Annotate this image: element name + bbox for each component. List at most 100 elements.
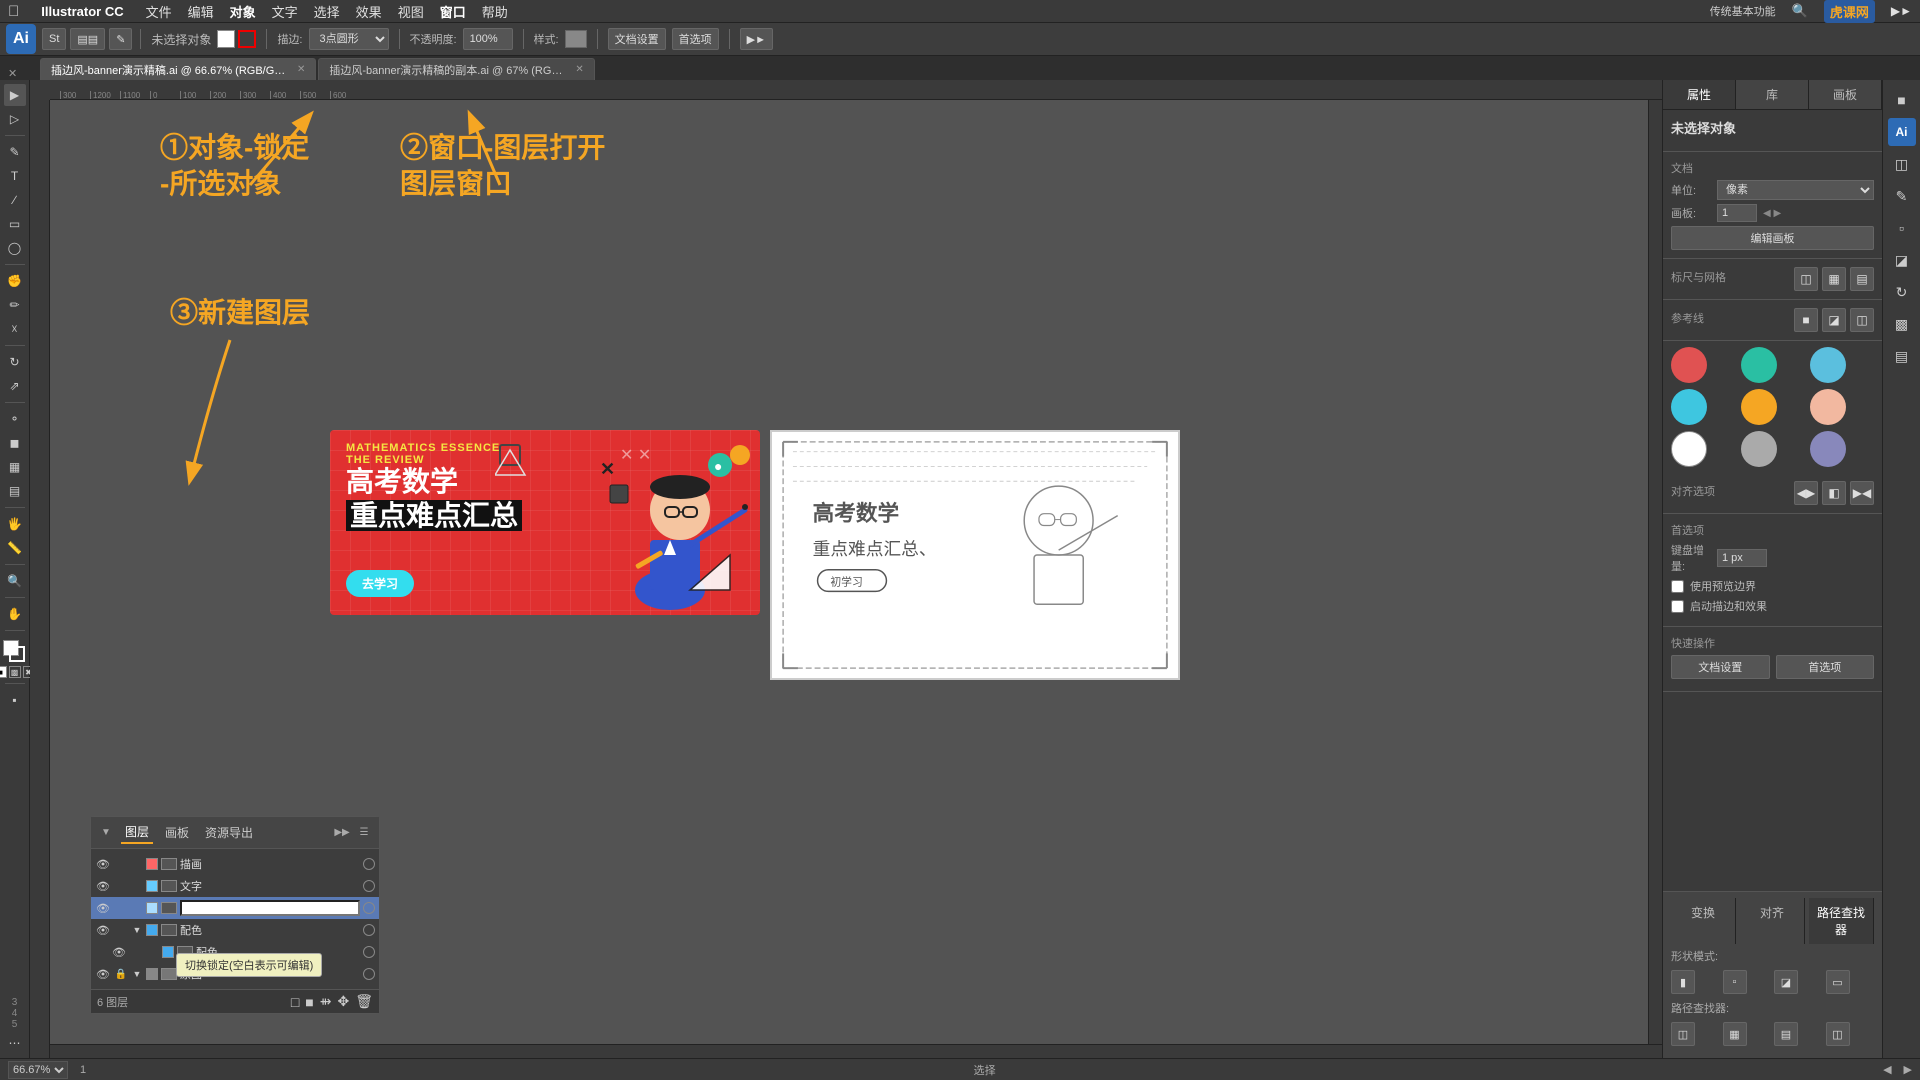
menu-item-edit[interactable]: 编辑	[188, 2, 214, 21]
shape-mode-3[interactable]: ◪	[1774, 970, 1798, 994]
layer-eye-color1[interactable]: 👁	[95, 922, 111, 938]
tool-ellipse[interactable]: ◯	[4, 237, 26, 259]
layer-vis-color2[interactable]	[363, 946, 375, 958]
new-sublayer-btn[interactable]: ■	[305, 994, 313, 1010]
rp-tab-artboard[interactable]: 画板	[1809, 80, 1882, 109]
delete-layer-btn[interactable]: 🗑	[355, 993, 373, 1010]
gradient-mode[interactable]: ▩	[9, 666, 21, 678]
toolbar-btn-doc-mode[interactable]: ▤▤	[70, 28, 105, 50]
layer-expand-editing[interactable]	[131, 902, 143, 914]
rp-align-icon-2[interactable]: ◧	[1822, 481, 1846, 505]
canvas-content[interactable]: ①对象-锁定 -所选对象 ②窗口-图层打开图层窗口 ③新建图层	[50, 100, 1662, 1036]
layer-lock-original[interactable]: 🔒	[114, 967, 128, 981]
rp-edit-artboard-btn[interactable]: 编辑画板	[1671, 226, 1874, 250]
right-icon-transform[interactable]: ↻	[1888, 278, 1916, 306]
style-swatch[interactable]	[565, 30, 587, 48]
right-icon-appearance[interactable]: ▤	[1888, 342, 1916, 370]
swatch-red[interactable]	[1671, 347, 1707, 383]
right-icon-align[interactable]: ◪	[1888, 246, 1916, 274]
menu-item-effects[interactable]: 效果	[356, 2, 382, 21]
preferences-btn[interactable]: 首选项	[672, 28, 719, 50]
copy-layer-btn[interactable]: ✥	[337, 993, 349, 1010]
layer-eye-text[interactable]: 👁	[95, 878, 111, 894]
menu-item-window[interactable]: 窗口	[440, 2, 466, 21]
canvas-area[interactable]: 300 1200 1100 0 100 200 300 400 500 600 …	[30, 80, 1662, 1058]
rp-transform-tab[interactable]: 变换	[1671, 898, 1736, 944]
snap-bounds-checkbox[interactable]	[1671, 580, 1684, 593]
apple-icon[interactable]: 	[8, 3, 19, 20]
panel-toggle-right[interactable]: ▶►	[1891, 4, 1912, 18]
layers-tab-layers[interactable]: 图层	[121, 821, 153, 844]
layer-row-text[interactable]: 👁 文字	[91, 875, 379, 897]
tab-2-close[interactable]: ✕	[575, 64, 583, 75]
swatch-gray[interactable]	[1741, 431, 1777, 467]
banner-learn-btn[interactable]: 去学习	[346, 570, 414, 597]
tool-select[interactable]: ▶	[4, 84, 26, 106]
rp-preferences-btn[interactable]: 首选项	[1776, 655, 1875, 679]
stroke-swatch[interactable]	[238, 30, 256, 48]
layer-expand-draw[interactable]	[131, 858, 143, 870]
snap-corners-checkbox[interactable]	[1671, 600, 1684, 613]
menu-item-help[interactable]: 帮助	[482, 2, 508, 21]
solid-mode[interactable]: ■	[0, 666, 7, 678]
rp-guide-icon-2[interactable]: ◪	[1822, 308, 1846, 332]
rp-align-icon-1[interactable]: ◀▶	[1794, 481, 1818, 505]
right-icon-properties[interactable]: ■	[1888, 86, 1916, 114]
menu-item-text[interactable]: 文字	[272, 2, 298, 21]
layer-lock-editing[interactable]	[114, 901, 128, 915]
layer-lock-color2[interactable]	[130, 945, 144, 959]
tab-1-close[interactable]: ✕	[297, 64, 305, 75]
shape-mode-4[interactable]: ▭	[1826, 970, 1850, 994]
layer-eye-draw[interactable]: 👁	[95, 856, 111, 872]
layer-row-editing[interactable]: 👁	[91, 897, 379, 919]
doc-settings-btn[interactable]: 文档设置	[608, 28, 666, 50]
fill-swatch[interactable]	[217, 30, 235, 48]
rp-grid-icon-2[interactable]: ▦	[1822, 267, 1846, 291]
rp-guide-icon-1[interactable]: ■	[1794, 308, 1818, 332]
tool-fill[interactable]: ◼	[4, 432, 26, 454]
right-icon-brushes[interactable]: ✎	[1888, 182, 1916, 210]
menu-item-object[interactable]: 对象	[230, 2, 256, 21]
menu-item-view[interactable]: 视图	[398, 2, 424, 21]
toolbar-btn-pen[interactable]: ✎	[109, 28, 132, 50]
tool-paintbrush[interactable]: ✊	[4, 270, 26, 292]
tool-pencil[interactable]: ✏	[4, 294, 26, 316]
tool-drawing-mode[interactable]: ▪	[4, 689, 26, 711]
rp-tab-library[interactable]: 库	[1736, 80, 1809, 109]
stroke-box[interactable]	[9, 646, 25, 662]
rp-unit-select[interactable]: 像素	[1717, 180, 1874, 200]
rp-align-icon-3[interactable]: ▶◀	[1850, 481, 1874, 505]
rp-keyboard-input[interactable]	[1717, 549, 1767, 567]
tool-rotate[interactable]: ↻	[4, 351, 26, 373]
scrollbar-horizontal[interactable]	[50, 1044, 1662, 1058]
layers-tab-artboard[interactable]: 画板	[161, 822, 193, 843]
pathfinder-1[interactable]: ◫	[1671, 1022, 1695, 1046]
tool-line[interactable]: ∕	[4, 189, 26, 211]
rp-grid-icon-1[interactable]: ◫	[1794, 267, 1818, 291]
rp-artboard-input[interactable]	[1717, 204, 1757, 222]
pathfinder-2[interactable]: ▦	[1723, 1022, 1747, 1046]
rp-grid-icon-3[interactable]: ▤	[1850, 267, 1874, 291]
layer-vis-draw[interactable]	[363, 858, 375, 870]
status-nav-left[interactable]: ◀	[1883, 1063, 1891, 1076]
scrollbar-vertical[interactable]	[1648, 100, 1662, 1044]
layer-vis-editing[interactable]	[363, 902, 375, 914]
layer-row-draw[interactable]: 👁 描画	[91, 853, 379, 875]
swatch-cyan[interactable]	[1671, 389, 1707, 425]
pathfinder-4[interactable]: ◫	[1826, 1022, 1850, 1046]
menu-item-select[interactable]: 选择	[314, 2, 340, 21]
layer-vis-original[interactable]	[363, 968, 375, 980]
close-all-tabs-icon[interactable]: ✕	[8, 67, 17, 80]
swatch-light-blue[interactable]	[1810, 347, 1846, 383]
tool-rect[interactable]: ▭	[4, 213, 26, 235]
layer-eye-color2[interactable]: 👁	[111, 944, 127, 960]
layer-vis-color1[interactable]	[363, 924, 375, 936]
layer-eye-original[interactable]: 👁	[95, 966, 111, 982]
tool-mesh[interactable]: ▦	[4, 456, 26, 478]
search-icon[interactable]: 🔍	[1792, 3, 1808, 19]
swatch-teal[interactable]	[1741, 347, 1777, 383]
tool-eyedropper[interactable]: 🖐	[4, 513, 26, 535]
swatch-white[interactable]	[1671, 431, 1707, 467]
tab-1[interactable]: 插边风-banner演示精稿.ai @ 66.67% (RGB/GPU 预览) …	[40, 58, 316, 80]
pathfinder-3[interactable]: ▤	[1774, 1022, 1798, 1046]
